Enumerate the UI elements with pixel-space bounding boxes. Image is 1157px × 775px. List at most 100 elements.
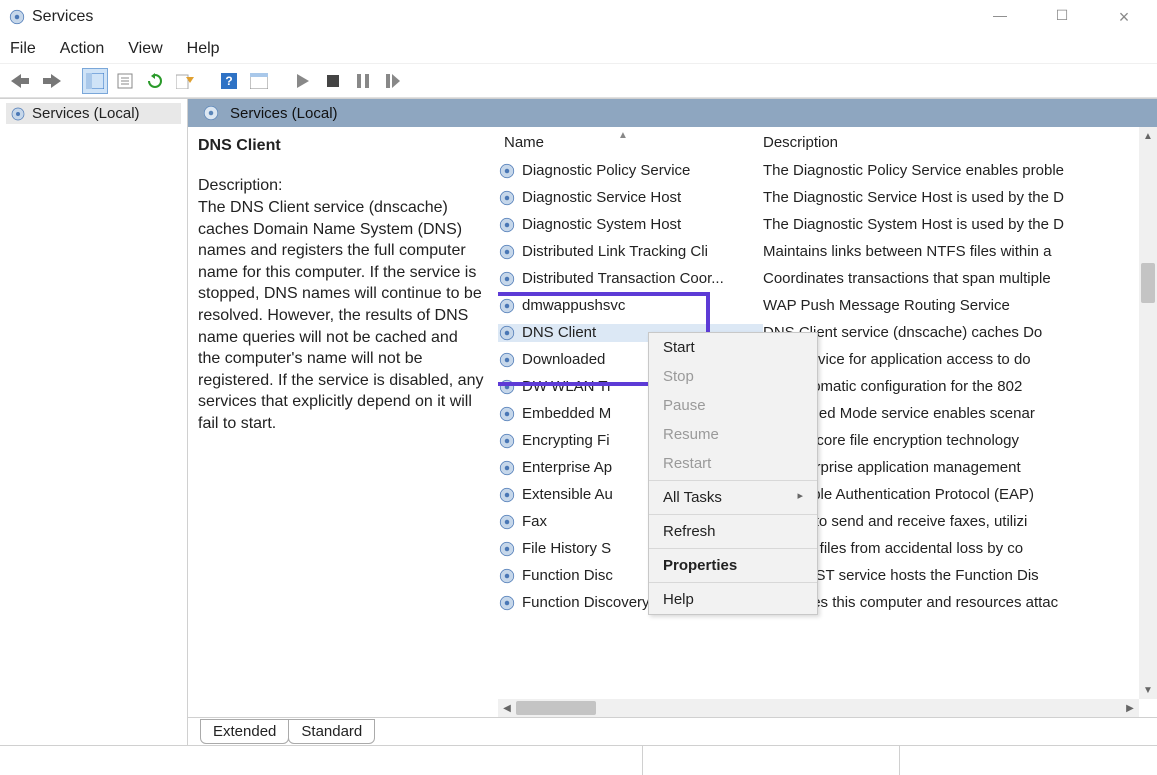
- service-row[interactable]: DNS Client DNS Client service (dnscache) …: [498, 319, 1157, 346]
- columns-button[interactable]: [246, 68, 272, 94]
- service-row[interactable]: dmwappushsvcWAP Push Message Routing Ser…: [498, 292, 1157, 319]
- service-name: DW WLAN Tr: [522, 378, 612, 395]
- service-name: Embedded M: [522, 405, 611, 422]
- service-description: cts user files from accidental loss by c…: [763, 540, 1157, 557]
- gear-icon: [498, 270, 516, 288]
- start-service-button[interactable]: [290, 68, 316, 94]
- column-name[interactable]: Name ▲: [498, 134, 763, 151]
- context-menu-start[interactable]: Start: [649, 333, 817, 362]
- scroll-thumb[interactable]: [1141, 263, 1155, 303]
- result-pane-header: Services (Local): [188, 99, 1157, 127]
- vertical-scrollbar[interactable]: ▲ ▼: [1139, 127, 1157, 699]
- context-menu-all-tasks[interactable]: All Tasks▸: [649, 483, 817, 512]
- service-row[interactable]: Embedded M Embedded Mode service enables …: [498, 400, 1157, 427]
- service-row[interactable]: Distributed Link Tracking CliMaintains l…: [498, 238, 1157, 265]
- stop-service-button[interactable]: [320, 68, 346, 94]
- services-list: Name ▲ Description Diagnostic Policy Ser…: [498, 127, 1157, 717]
- services-icon: [202, 104, 220, 122]
- service-row[interactable]: Encrypting Fides the core file encryptio…: [498, 427, 1157, 454]
- svg-text:?: ?: [225, 74, 232, 88]
- context-menu: StartStopPauseResumeRestartAll Tasks▸Ref…: [648, 332, 818, 615]
- context-menu-refresh[interactable]: Refresh: [649, 517, 817, 546]
- service-description: FDPHOST service hosts the Function Dis: [763, 567, 1157, 584]
- service-description: DNS Client service (dnscache) caches Do: [763, 324, 1157, 341]
- gear-icon: [498, 351, 516, 369]
- service-row[interactable]: Faxles you to send and receive faxes, ut…: [498, 508, 1157, 535]
- service-name: Downloaded: [522, 351, 605, 368]
- service-description: des the core file encryption technology: [763, 432, 1157, 449]
- service-row[interactable]: Diagnostic System HostThe Diagnostic Sys…: [498, 211, 1157, 238]
- nav-back-button[interactable]: [8, 68, 34, 94]
- restart-service-button[interactable]: [380, 68, 406, 94]
- service-row[interactable]: DW WLAN Trdes automatic configuration fo…: [498, 373, 1157, 400]
- service-name: DNS Client: [522, 324, 596, 341]
- gear-icon: [498, 324, 516, 342]
- help-button[interactable]: ?: [216, 68, 242, 94]
- service-row[interactable]: File History S cts user files from accide…: [498, 535, 1157, 562]
- context-menu-help[interactable]: Help: [649, 585, 817, 614]
- tab-standard[interactable]: Standard: [288, 719, 375, 744]
- service-row[interactable]: Function Discovery Resourc...Publishes t…: [498, 589, 1157, 616]
- gear-icon: [498, 378, 516, 396]
- service-name: Function Disc: [522, 567, 613, 584]
- service-name: dmwappushsvc: [522, 297, 625, 314]
- gear-icon: [498, 567, 516, 585]
- service-name: Enterprise Ap: [522, 459, 612, 476]
- show-hide-tree-button[interactable]: [82, 68, 108, 94]
- column-headers: Name ▲ Description: [498, 127, 1157, 157]
- selected-service-name: DNS Client: [198, 137, 484, 155]
- scroll-up-icon[interactable]: ▲: [1139, 127, 1157, 145]
- services-icon: [10, 106, 26, 122]
- gear-icon: [498, 540, 516, 558]
- result-pane: Services (Local) DNS Client Description:…: [188, 99, 1157, 745]
- service-row[interactable]: Diagnostic Policy ServiceThe Diagnostic …: [498, 157, 1157, 184]
- scroll-thumb[interactable]: [516, 701, 596, 715]
- service-description: Publishes this computer and resources at…: [763, 594, 1157, 611]
- window-controls: — ☐ ×: [983, 7, 1149, 28]
- service-row[interactable]: Downloadedlows service for application a…: [498, 346, 1157, 373]
- service-row[interactable]: Extensible AuExtensible Authentication P…: [498, 481, 1157, 508]
- refresh-button[interactable]: [142, 68, 168, 94]
- services-icon: [8, 8, 26, 26]
- result-pane-content: DNS Client Description: The DNS Client s…: [188, 127, 1157, 717]
- context-menu-resume: Resume: [649, 420, 817, 449]
- context-menu-stop: Stop: [649, 362, 817, 391]
- scroll-left-icon[interactable]: ◀: [498, 699, 516, 717]
- menu-file[interactable]: File: [10, 40, 36, 58]
- maximize-button[interactable]: ☐: [1045, 7, 1079, 28]
- scroll-down-icon[interactable]: ▼: [1139, 681, 1157, 699]
- gear-icon: [498, 405, 516, 423]
- menu-help[interactable]: Help: [187, 40, 220, 58]
- properties-button[interactable]: [112, 68, 138, 94]
- tree-item-label: Services (Local): [32, 105, 140, 122]
- gear-icon: [498, 486, 516, 504]
- service-row[interactable]: Function Disc FDPHOST service hosts the F…: [498, 562, 1157, 589]
- tab-extended[interactable]: Extended: [200, 719, 289, 744]
- service-name: File History S: [522, 540, 611, 557]
- menu-action[interactable]: Action: [60, 40, 104, 58]
- service-description: Embedded Mode service enables scenar: [763, 405, 1157, 422]
- close-button[interactable]: ×: [1107, 7, 1141, 28]
- service-description: les you to send and receive faxes, utili…: [763, 513, 1157, 530]
- gear-icon: [498, 216, 516, 234]
- minimize-button[interactable]: —: [983, 7, 1017, 28]
- service-row[interactable]: Diagnostic Service HostThe Diagnostic Se…: [498, 184, 1157, 211]
- context-menu-properties[interactable]: Properties: [649, 551, 817, 580]
- nav-forward-button[interactable]: [38, 68, 64, 94]
- sort-indicator-icon: ▲: [618, 130, 628, 141]
- service-name: Distributed Transaction Coor...: [522, 270, 724, 287]
- service-row[interactable]: Distributed Transaction Coor...Coordinat…: [498, 265, 1157, 292]
- column-description[interactable]: Description: [763, 134, 838, 151]
- tree-item-services-local[interactable]: Services (Local): [6, 103, 181, 124]
- service-description: les enterprise application management: [763, 459, 1157, 476]
- service-description: The Diagnostic System Host is used by th…: [763, 216, 1157, 233]
- pause-service-button[interactable]: [350, 68, 376, 94]
- menu-view[interactable]: View: [128, 40, 162, 58]
- menubar: File Action View Help: [0, 34, 1157, 64]
- detail-description-text: The DNS Client service (dnscache) caches…: [198, 197, 484, 435]
- gear-icon: [498, 513, 516, 531]
- export-list-button[interactable]: [172, 68, 198, 94]
- horizontal-scrollbar[interactable]: ◀ ▶: [498, 699, 1139, 717]
- scroll-right-icon[interactable]: ▶: [1121, 699, 1139, 717]
- service-row[interactable]: Enterprise Ap les enterprise application …: [498, 454, 1157, 481]
